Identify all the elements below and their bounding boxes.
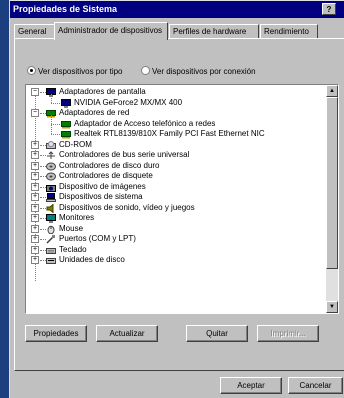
collapse-icon[interactable]: − bbox=[31, 109, 39, 117]
expand-icon[interactable]: + bbox=[31, 151, 39, 159]
device-category-label: Adaptadores de pantalla bbox=[59, 87, 146, 96]
radio-unselected-icon[interactable] bbox=[140, 66, 150, 75]
tree-connector bbox=[51, 123, 60, 125]
expand-icon[interactable]: + bbox=[31, 203, 39, 212]
device-category-label: Controladores de disco duro bbox=[59, 160, 160, 170]
tree-branch-line bbox=[51, 93, 52, 103]
expand-icon[interactable]: + bbox=[31, 182, 39, 191]
device-category-label: Dispositivos de sistema bbox=[59, 192, 143, 201]
expand-icon[interactable]: + bbox=[31, 193, 39, 201]
device-category-row[interactable]: + Teclado bbox=[26, 245, 326, 256]
device-category-label: Teclado bbox=[59, 244, 87, 254]
title-bar[interactable]: Propiedades de Sistema ? bbox=[10, 1, 344, 18]
device-category-row[interactable]: + Unidades de disco bbox=[26, 255, 326, 266]
tree-branch-line bbox=[51, 125, 52, 134]
device-category-row[interactable]: + CD-ROM bbox=[26, 140, 326, 151]
device-manager-panel: Ver dispositivos por tipo Ver dispositiv… bbox=[14, 38, 344, 371]
device-category-row[interactable]: + Dispositivo de imágenes bbox=[26, 182, 326, 193]
device-category-label: Mouse bbox=[59, 223, 84, 233]
device-category-label: Unidades de disco bbox=[59, 255, 125, 264]
device-label: Adaptador de Acceso telefónico a redes bbox=[74, 118, 216, 128]
device-category-label: Puertos (COM y LPT) bbox=[59, 234, 136, 243]
device-category-label: Dispositivos de sonido, vídeo y juegos bbox=[59, 202, 195, 212]
keyboard-icon bbox=[46, 246, 56, 255]
port-icon bbox=[46, 235, 56, 244]
tree-connector bbox=[51, 134, 60, 135]
tab-general[interactable]: General bbox=[14, 24, 55, 39]
expand-icon[interactable]: + bbox=[31, 140, 39, 149]
view-by-type-option[interactable]: Ver dispositivos por tipo bbox=[27, 66, 125, 76]
expand-icon[interactable]: + bbox=[31, 172, 39, 180]
device-category-row[interactable]: + Dispositivos de sistema bbox=[26, 192, 326, 203]
device-category-row[interactable]: + Monitores bbox=[26, 213, 326, 224]
disk-controller-icon bbox=[46, 162, 56, 171]
view-options: Ver dispositivos por tipo Ver dispositiv… bbox=[27, 66, 256, 76]
device-row[interactable]: NVIDIA GeForce2 MX/MX 400 bbox=[26, 93, 326, 109]
tree-connector bbox=[51, 102, 60, 104]
collapse-icon[interactable]: − bbox=[31, 88, 39, 96]
device-tree-rows: − Adaptadores de pantalla NVIDIA GeForce2 … bbox=[26, 87, 326, 281]
ok-button[interactable]: Aceptar bbox=[220, 377, 282, 394]
tab-strip: General Administrador de dispositivos Pe… bbox=[14, 22, 344, 40]
device-category-label: Controladores de disquete bbox=[59, 171, 153, 180]
device-tree[interactable]: − Adaptadores de pantalla NVIDIA GeForce2 … bbox=[25, 84, 339, 314]
device-row[interactable]: Adaptador de Acceso telefónico a redes bbox=[26, 114, 326, 130]
network-card-icon bbox=[61, 130, 71, 139]
display-icon bbox=[61, 98, 71, 108]
usb-icon bbox=[46, 151, 56, 160]
expand-icon[interactable]: + bbox=[31, 256, 39, 264]
tree-scrollbar[interactable]: ▲ ▼ bbox=[326, 85, 338, 313]
cdrom-icon bbox=[46, 140, 56, 150]
properties-button[interactable]: Propiedades bbox=[25, 325, 87, 342]
help-icon: ? bbox=[326, 5, 332, 14]
device-category-row[interactable]: + Controladores de disquete bbox=[26, 171, 326, 182]
scroll-thumb[interactable] bbox=[326, 97, 338, 269]
arrow-down-icon: ▼ bbox=[329, 304, 335, 310]
device-category-label: Monitores bbox=[59, 213, 95, 222]
device-category-row[interactable]: − Adaptadores de red bbox=[26, 108, 326, 119]
device-category-label: CD-ROM bbox=[59, 139, 92, 149]
device-category-label: Dispositivo de imágenes bbox=[59, 181, 146, 191]
device-label: NVIDIA GeForce2 MX/MX 400 bbox=[74, 97, 183, 107]
speaker-icon bbox=[46, 202, 56, 214]
tab-device-manager[interactable]: Administrador de dispositivos bbox=[54, 22, 168, 40]
monitor-icon bbox=[46, 214, 56, 223]
disk-controller-icon bbox=[46, 172, 56, 181]
radio-selected-icon[interactable] bbox=[27, 66, 36, 75]
device-category-label: Controladores de bus serie universal bbox=[59, 150, 190, 159]
device-category-row[interactable]: + Controladores de bus serie universal bbox=[26, 150, 326, 161]
print-button[interactable]: Imprimir... bbox=[257, 325, 319, 342]
tab-hardware-profiles[interactable]: Perfiles de hardware bbox=[169, 24, 259, 39]
scroll-up-button[interactable]: ▲ bbox=[326, 85, 338, 97]
view-by-connection-option[interactable]: Ver dispositivos por conexión bbox=[140, 66, 256, 76]
scroll-down-button[interactable]: ▼ bbox=[326, 301, 338, 313]
remove-button[interactable]: Quitar bbox=[186, 325, 248, 342]
tree-branch-line bbox=[51, 114, 52, 124]
device-label: Realtek RTL8139/810X Family PCI Fast Eth… bbox=[74, 129, 265, 138]
expand-icon[interactable]: + bbox=[31, 235, 39, 243]
expand-icon[interactable]: + bbox=[31, 214, 39, 222]
device-category-label: Adaptadores de red bbox=[59, 108, 130, 117]
window-title: Propiedades de Sistema bbox=[13, 4, 118, 14]
expand-icon[interactable]: + bbox=[31, 161, 39, 170]
disk-drive-icon bbox=[46, 256, 56, 265]
tab-performance[interactable]: Rendimiento bbox=[260, 24, 318, 39]
camera-icon bbox=[46, 183, 56, 192]
device-category-row[interactable]: + Dispositivos de sonido, vídeo y juegos bbox=[26, 203, 326, 214]
device-category-row[interactable]: + Puertos (COM y LPT) bbox=[26, 234, 326, 245]
device-row[interactable]: Realtek RTL8139/810X Family PCI Fast Eth… bbox=[26, 125, 326, 140]
help-button[interactable]: ? bbox=[322, 3, 336, 15]
computer-icon bbox=[46, 193, 56, 202]
system-properties-window: Propiedades de Sistema ? General Adminis… bbox=[9, 0, 344, 398]
network-card-icon bbox=[61, 120, 71, 129]
device-category-row[interactable]: + Controladores de disco duro bbox=[26, 161, 326, 172]
mouse-icon bbox=[46, 225, 56, 234]
expand-icon[interactable]: + bbox=[31, 245, 39, 254]
arrow-up-icon: ▲ bbox=[329, 88, 335, 94]
device-category-row[interactable]: + Mouse bbox=[26, 224, 326, 235]
device-category-row[interactable]: − Adaptadores de pantalla bbox=[26, 87, 326, 98]
expand-icon[interactable]: + bbox=[31, 224, 39, 233]
cancel-button[interactable]: Cancelar bbox=[288, 377, 343, 394]
refresh-button[interactable]: Actualizar bbox=[96, 325, 158, 342]
